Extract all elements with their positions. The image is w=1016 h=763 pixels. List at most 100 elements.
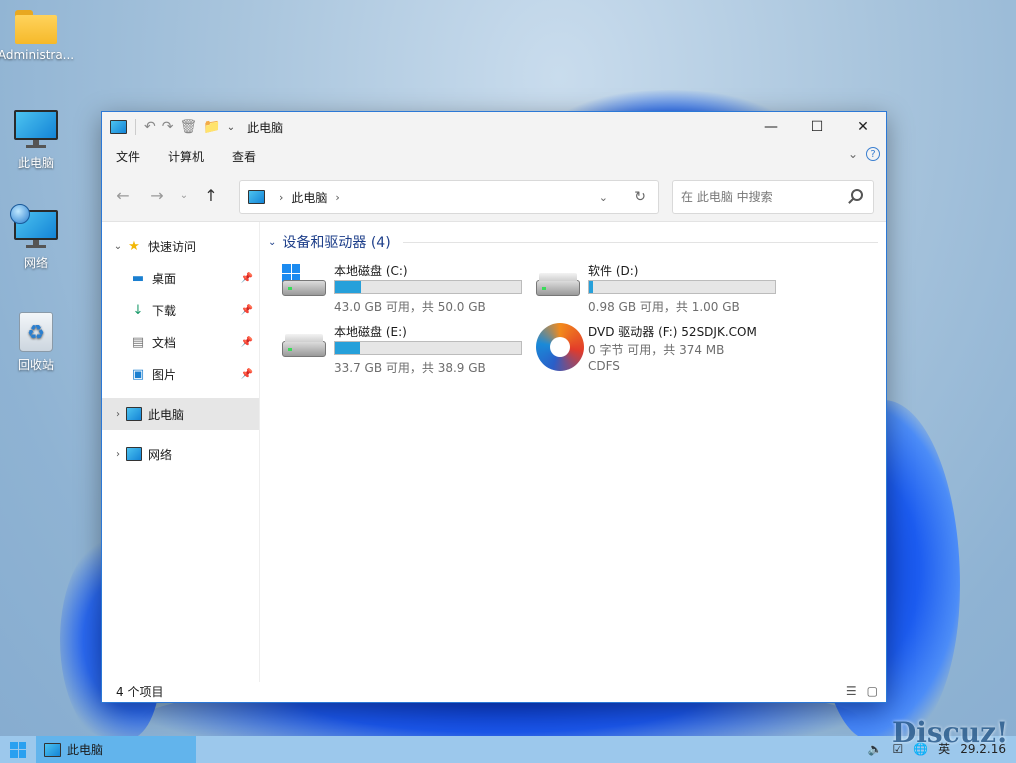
computer-icon [44, 742, 61, 757]
sidebar-item-network[interactable]: › 网络 [102, 438, 259, 470]
title-bar[interactable]: ↶ ↷ 🗑 📁 ⌄ 此电脑 — ☐ ✕ [102, 112, 886, 142]
tab-view[interactable]: 查看 [218, 148, 270, 165]
search-icon[interactable] [851, 189, 863, 201]
expand-arrow-icon[interactable]: ⌄ [110, 241, 126, 252]
details-view-icon[interactable]: ☰ [846, 684, 857, 698]
network-icon [10, 204, 58, 250]
explorer-window: ↶ ↷ 🗑 📁 ⌄ 此电脑 — ☐ ✕ 文件 计算机 查看 ⌄ ? ← → ⌄ … [101, 111, 887, 703]
chevron-right-icon[interactable]: › [110, 449, 126, 460]
desktop-icon-label: 网络 [23, 256, 48, 270]
network-icon [126, 447, 142, 461]
group-header[interactable]: ⌄ 设备和驱动器 (4) [268, 232, 878, 252]
hard-drive-icon [536, 270, 580, 300]
desktop-icon-administrator[interactable]: Administra... [0, 10, 76, 62]
tab-file[interactable]: 文件 [102, 148, 154, 165]
computer-icon [14, 110, 58, 150]
computer-icon [110, 120, 127, 134]
new-folder-icon[interactable]: 📁 [203, 119, 220, 135]
volume-icon[interactable]: 🔈 [868, 742, 883, 756]
drive-name: 软件 (D:) [588, 264, 639, 278]
hard-drive-icon [282, 264, 326, 300]
drive-space: 43.0 GB 可用，共 50.0 GB [334, 300, 486, 314]
window-title: 此电脑 [247, 120, 284, 135]
dvd-drive-icon [536, 323, 584, 371]
chevron-right-icon[interactable]: › [110, 409, 126, 420]
desktop-icon-label: 回收站 [17, 358, 54, 372]
content-pane: ⌄ 设备和驱动器 (4) 本地磁盘 (C:) 43.0 GB 可用，共 50.0… [262, 222, 886, 682]
search-input[interactable] [681, 190, 831, 204]
navigation-bar: ← → ⌄ ↑ › 此电脑 › ⌄ ↻ [102, 170, 886, 222]
sidebar-item-documents[interactable]: ▤ 文档 📌 [102, 326, 259, 358]
picture-icon: ▣ [131, 366, 145, 382]
breadcrumb-this-pc[interactable]: 此电脑 [291, 189, 327, 206]
back-button[interactable]: ← [106, 186, 140, 205]
breadcrumb-chevron-icon[interactable]: › [279, 191, 283, 204]
status-bar: 4 个项目 ☰ ▢ [102, 680, 886, 702]
taskbar: 此电脑 🔈 ☑ 🌐 英 29.2.16 [0, 736, 1016, 763]
maximize-button[interactable]: ☐ [794, 112, 840, 142]
drive-usage-bar [334, 280, 522, 294]
expand-ribbon-icon[interactable]: ⌄ [848, 147, 858, 161]
pin-icon[interactable]: 📌 [241, 305, 253, 316]
sidebar-item-label: 快速访问 [148, 239, 197, 254]
star-icon: ★ [128, 238, 140, 254]
pin-icon[interactable]: 📌 [241, 337, 253, 348]
sidebar-item-label: 文档 [152, 335, 177, 350]
collapse-icon[interactable]: ⌄ [268, 237, 276, 248]
close-button[interactable]: ✕ [840, 112, 886, 142]
drive-name: DVD 驱动器 (F:) 52SDJK.COM [588, 325, 757, 339]
desktop-icon-label: 此电脑 [17, 156, 54, 170]
taskbar-item-this-pc[interactable]: 此电脑 [36, 736, 196, 763]
drive-usage-bar [334, 341, 522, 355]
delete-icon[interactable]: 🗑 [179, 119, 197, 135]
sidebar-item-label: 网络 [148, 447, 173, 462]
pin-icon[interactable]: 📌 [241, 273, 253, 284]
navigation-pane: ⌄ ★ 快速访问 ▬ 桌面 📌 ↓ 下载 📌 ▤ 文档 📌 ▣ 图片 📌 › 此… [102, 222, 260, 682]
sidebar-item-desktop[interactable]: ▬ 桌面 📌 [102, 262, 259, 294]
help-icon[interactable]: ? [866, 147, 880, 161]
computer-icon [248, 190, 265, 204]
drive-item[interactable]: 本地磁盘 (C:) 43.0 GB 可用，共 50.0 GB [282, 262, 532, 318]
desktop-icon: ▬ [131, 270, 145, 286]
desktop-icon-recycle-bin[interactable]: ♻ 回收站 [0, 312, 76, 373]
sidebar-item-this-pc[interactable]: › 此电脑 [102, 398, 259, 430]
tab-computer[interactable]: 计算机 [154, 148, 218, 165]
sidebar-item-quick-access[interactable]: ⌄ ★ 快速访问 [102, 230, 259, 262]
drive-usage-bar [588, 280, 776, 294]
quick-access-toolbar: ↶ ↷ 🗑 📁 ⌄ [110, 119, 235, 135]
large-icons-view-icon[interactable]: ▢ [867, 684, 878, 698]
drive-space: 33.7 GB 可用，共 38.9 GB [334, 361, 486, 375]
refresh-icon[interactable]: ↻ [634, 189, 646, 205]
address-dropdown-icon[interactable]: ⌄ [599, 191, 608, 204]
sidebar-item-label: 此电脑 [148, 407, 185, 422]
document-icon: ▤ [131, 334, 145, 350]
sidebar-item-label: 下载 [152, 303, 177, 318]
ribbon: 文件 计算机 查看 ⌄ ? [102, 142, 886, 170]
pin-icon[interactable]: 📌 [241, 369, 253, 380]
up-button[interactable]: ↑ [194, 186, 228, 205]
recent-locations-icon[interactable]: ⌄ [174, 190, 194, 201]
drive-name: 本地磁盘 (E:) [334, 325, 407, 339]
start-button[interactable] [0, 741, 36, 758]
forward-button[interactable]: → [140, 186, 174, 205]
drive-item[interactable]: 本地磁盘 (E:) 33.7 GB 可用，共 38.9 GB [282, 323, 532, 379]
address-bar[interactable]: › 此电脑 › ⌄ ↻ [239, 180, 659, 214]
drive-item[interactable]: 软件 (D:) 0.98 GB 可用，共 1.00 GB [536, 262, 786, 318]
search-box[interactable] [672, 180, 874, 214]
sidebar-item-pictures[interactable]: ▣ 图片 📌 [102, 358, 259, 390]
chevron-down-icon[interactable]: ⌄ [227, 122, 235, 133]
drive-filesystem: CDFS [588, 359, 620, 373]
drive-item[interactable]: DVD 驱动器 (F:) 52SDJK.COM 0 字节 可用，共 374 MB… [536, 323, 786, 383]
drive-name: 本地磁盘 (C:) [334, 264, 408, 278]
windows-logo-icon [10, 741, 26, 758]
hard-drive-icon [282, 331, 326, 361]
redo-icon[interactable]: ↷ [162, 119, 174, 135]
sidebar-item-label: 桌面 [152, 271, 177, 286]
sidebar-item-downloads[interactable]: ↓ 下载 📌 [102, 294, 259, 326]
sidebar-item-label: 图片 [152, 367, 177, 382]
breadcrumb-chevron-icon[interactable]: › [335, 191, 339, 204]
minimize-button[interactable]: — [748, 112, 794, 142]
desktop-icon-this-pc[interactable]: 此电脑 [0, 110, 76, 171]
undo-icon[interactable]: ↶ [144, 119, 156, 135]
desktop-icon-network[interactable]: 网络 [0, 204, 76, 271]
